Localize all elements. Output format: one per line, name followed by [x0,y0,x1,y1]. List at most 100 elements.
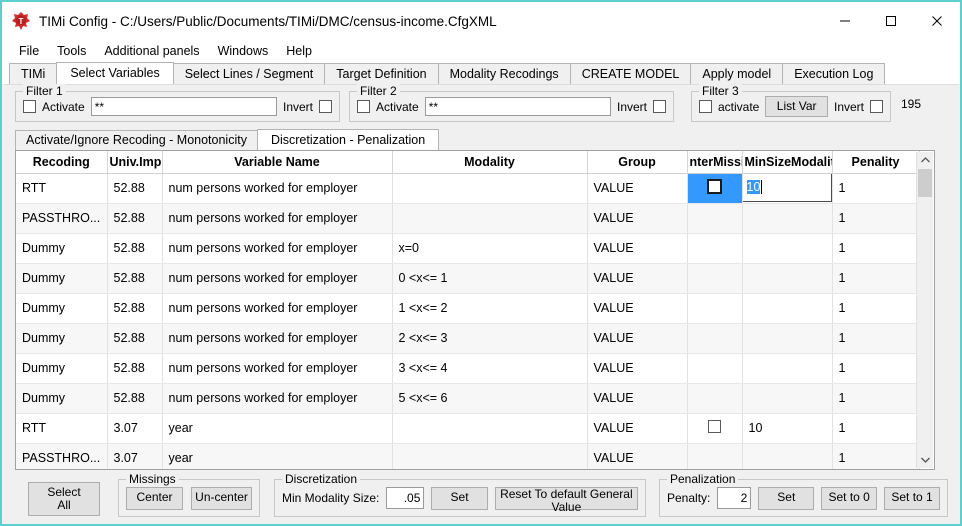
cell-variable-name[interactable]: num persons worked for employer [162,383,393,414]
menu-item-file[interactable]: File [10,42,48,60]
tab-select-lines-segment[interactable]: Select Lines / Segment [172,63,326,84]
penalty-input[interactable] [717,487,752,509]
cell-univ-imp[interactable]: 52.88 [107,323,163,354]
cell-modality[interactable]: 1 <x<= 2 [392,293,588,324]
cell-univ-imp[interactable]: 3.07 [107,443,163,469]
center-button[interactable]: Center [126,486,184,510]
cell-recoding[interactable]: Dummy [16,323,108,354]
table-row[interactable]: Dummy 52.88 num persons worked for emplo… [16,293,920,324]
cell-recoding[interactable]: Dummy [16,383,108,414]
cell-univ-imp[interactable]: 52.88 [107,173,163,204]
cell-modality[interactable] [392,173,588,204]
cell-modality[interactable] [392,443,588,469]
cell-variable-name[interactable]: num persons worked for employer [162,233,393,264]
cell-variable-name[interactable]: year [162,443,393,469]
table-row[interactable]: Dummy 52.88 num persons worked for emplo… [16,383,920,414]
menu-item-windows[interactable]: Windows [209,42,278,60]
cell-min-size-modality[interactable] [742,353,833,384]
column-header-modality[interactable]: Modality [392,151,588,174]
tab-execution-log[interactable]: Execution Log [782,63,886,84]
cell-univ-imp[interactable]: 52.88 [107,233,163,264]
cell-recoding[interactable]: Dummy [16,263,108,294]
column-header-univ-imp[interactable]: Univ.Imp. [107,151,163,174]
cell-univ-imp[interactable]: 3.07 [107,413,163,444]
cell-group[interactable]: VALUE [587,293,688,324]
minimize-button[interactable] [822,2,868,40]
cell-modality[interactable]: 0 <x<= 1 [392,263,588,294]
filter-1-invert-checkbox[interactable] [319,100,332,113]
cell-modality[interactable] [392,203,588,234]
cell-penality[interactable]: 1 [832,353,920,384]
table-row[interactable]: RTT 52.88 num persons worked for employe… [16,173,920,204]
tab-create-model[interactable]: CREATE MODEL [569,63,692,84]
subtab-discretization-penalization[interactable]: Discretization - Penalization [256,129,440,150]
cell-recoding[interactable]: PASSTHRO... [16,203,108,234]
column-header-penality[interactable]: Penality [832,151,920,174]
cell-group[interactable]: VALUE [587,443,688,469]
cell-min-size-modality[interactable] [742,323,833,354]
filter-2-input[interactable] [424,97,611,116]
discretization-set-button[interactable]: Set [431,486,488,510]
table-row[interactable]: Dummy 52.88 num persons worked for emplo… [16,353,920,384]
cell-variable-name[interactable]: num persons worked for employer [162,323,393,354]
cell-variable-name[interactable]: num persons worked for employer [162,263,393,294]
cell-center-missing[interactable] [687,323,743,354]
cell-min-size-modality[interactable] [742,293,833,324]
cell-penality[interactable]: 1 [832,413,920,444]
filter-3-activate-checkbox[interactable] [699,100,712,113]
min-size-modality-editor[interactable]: 10 [742,173,831,202]
cell-center-missing[interactable] [687,173,743,204]
cell-variable-name[interactable]: num persons worked for employer [162,353,393,384]
column-header-min-size-modality[interactable]: MinSizeModalit [742,151,833,174]
cell-min-size-modality[interactable]: 10 [742,173,833,204]
menu-item-help[interactable]: Help [277,42,321,60]
center-missing-checkbox[interactable] [707,179,722,194]
cell-univ-imp[interactable]: 52.88 [107,293,163,324]
reset-to-default-general-value-button[interactable]: Reset To default General Value [494,486,638,513]
menu-item-additional-panels[interactable]: Additional panels [95,42,208,60]
cell-center-missing[interactable] [687,293,743,324]
cell-group[interactable]: VALUE [587,413,688,444]
cell-min-size-modality[interactable]: 10 [742,413,833,444]
cell-variable-name[interactable]: year [162,413,393,444]
cell-min-size-modality[interactable] [742,233,833,264]
uncenter-button[interactable]: Un-center [191,486,252,510]
cell-group[interactable]: VALUE [587,203,688,234]
cell-center-missing[interactable] [687,443,743,469]
maximize-button[interactable] [868,2,914,40]
table-row[interactable]: Dummy 52.88 num persons worked for emplo… [16,233,920,264]
cell-group[interactable]: VALUE [587,263,688,294]
grid-vertical-scrollbar[interactable] [916,152,933,468]
cell-group[interactable]: VALUE [587,383,688,414]
cell-modality[interactable]: 5 <x<= 6 [392,383,588,414]
tab-select-variables[interactable]: Select Variables [56,62,174,84]
cell-modality[interactable]: x=0 [392,233,588,264]
cell-modality[interactable]: 3 <x<= 4 [392,353,588,384]
table-row[interactable]: PASSTHRO... 52.88 num persons worked for… [16,203,920,234]
cell-penality[interactable]: 1 [832,293,920,324]
tab-modality-recodings[interactable]: Modality Recodings [437,63,571,84]
variables-grid[interactable]: Recoding Univ.Imp. Variable Name Modalit… [15,150,935,470]
scrollbar-thumb[interactable] [918,169,932,197]
tab-target-definition[interactable]: Target Definition [324,63,439,84]
cell-variable-name[interactable]: num persons worked for employer [162,173,393,204]
cell-center-missing[interactable] [687,233,743,264]
cell-variable-name[interactable]: num persons worked for employer [162,203,393,234]
cell-univ-imp[interactable]: 52.88 [107,263,163,294]
scroll-up-icon[interactable] [917,152,933,168]
cell-recoding[interactable]: Dummy [16,293,108,324]
menu-item-tools[interactable]: Tools [48,42,95,60]
center-missing-checkbox[interactable] [708,420,721,433]
column-header-variable-name[interactable]: Variable Name [162,151,393,174]
cell-min-size-modality[interactable] [742,203,833,234]
column-header-center-missing[interactable]: nterMissi [687,151,743,174]
table-row[interactable]: PASSTHRO... 3.07 year VALUE 1 [16,443,920,469]
close-button[interactable] [914,2,960,40]
cell-penality[interactable]: 1 [832,443,920,469]
cell-univ-imp[interactable]: 52.88 [107,353,163,384]
cell-center-missing[interactable] [687,353,743,384]
min-modality-size-input[interactable] [386,487,425,509]
column-header-group[interactable]: Group [587,151,688,174]
table-row[interactable]: Dummy 52.88 num persons worked for emplo… [16,263,920,294]
set-to-0-button[interactable]: Set to 0 [821,486,878,510]
